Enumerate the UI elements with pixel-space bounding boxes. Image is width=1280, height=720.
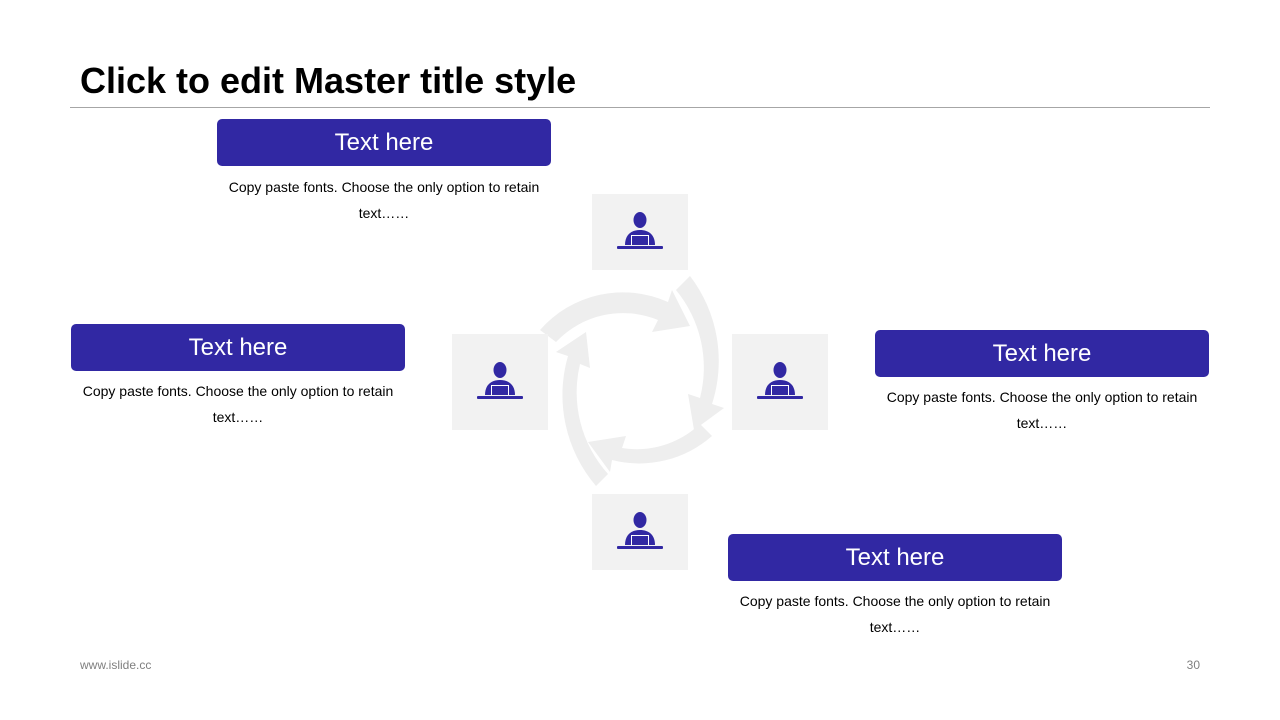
cycle-arrow-right	[676, 276, 724, 430]
person-at-laptop-icon	[477, 362, 523, 399]
item-text-right[interactable]: Copy paste fonts. Choose the only option…	[875, 384, 1209, 436]
item-heading-bottom[interactable]: Text here	[728, 534, 1062, 581]
cycle-arrow-left	[556, 332, 608, 486]
person-at-laptop-icon	[617, 212, 663, 249]
icon-tile-top	[592, 194, 688, 270]
cycle-arrow-bottom	[588, 424, 712, 472]
icon-tile-right	[732, 334, 828, 430]
item-text-left[interactable]: Copy paste fonts. Choose the only option…	[71, 378, 405, 430]
item-heading-right[interactable]: Text here	[875, 330, 1209, 377]
item-text-top[interactable]: Copy paste fonts. Choose the only option…	[217, 174, 551, 226]
page-number: 30	[1186, 658, 1200, 672]
item-heading-top[interactable]: Text here	[217, 119, 551, 166]
cycle-arrow-top	[540, 290, 690, 342]
icon-tile-bottom	[592, 494, 688, 570]
footer-url: www.islide.cc	[80, 658, 152, 672]
item-text-bottom[interactable]: Copy paste fonts. Choose the only option…	[728, 588, 1062, 640]
icon-tile-left	[452, 334, 548, 430]
item-heading-left[interactable]: Text here	[71, 324, 405, 371]
person-at-laptop-icon	[757, 362, 803, 399]
person-at-laptop-icon	[617, 512, 663, 549]
